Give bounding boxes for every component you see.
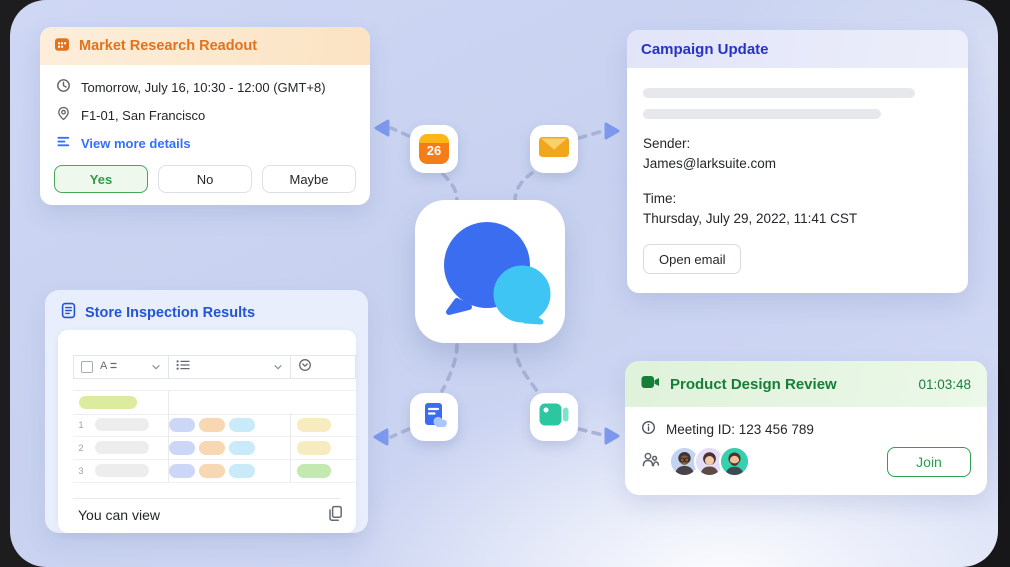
cell-placeholder bbox=[95, 418, 149, 431]
view-more-details-text: View more details bbox=[81, 135, 191, 151]
rsvp-no-button[interactable]: No bbox=[158, 165, 252, 193]
cell-placeholder bbox=[95, 441, 149, 454]
people-icon bbox=[641, 451, 660, 473]
column-divider bbox=[168, 390, 169, 482]
copy-icon[interactable] bbox=[327, 505, 343, 527]
meeting-card: Product Design Review 01:03:48 Meeting I… bbox=[625, 361, 987, 495]
view-more-details-link[interactable]: View more details bbox=[56, 134, 354, 152]
sheet-preview: A 1 2 3 You can view bbox=[58, 330, 356, 533]
rsvp-button-group: Yes No Maybe bbox=[54, 165, 356, 193]
table-row: 1 bbox=[73, 413, 356, 437]
status-pill bbox=[297, 417, 331, 432]
calendar-card-title: Market Research Readout bbox=[79, 38, 258, 54]
row-number: 1 bbox=[78, 419, 84, 430]
video-camera-icon bbox=[641, 375, 660, 394]
event-location-row: F1-01, San Francisco bbox=[56, 106, 354, 124]
checkbox[interactable] bbox=[81, 361, 93, 373]
info-icon bbox=[641, 420, 656, 438]
agenda-icon bbox=[56, 134, 71, 152]
calendar-card-header: Market Research Readout bbox=[40, 27, 370, 65]
calendar-app-tile: 26 bbox=[410, 125, 458, 173]
group-label-pill bbox=[79, 396, 137, 409]
doc-icon bbox=[60, 302, 77, 323]
sheet-card: Store Inspection Results A 1 2 3 You can… bbox=[45, 290, 368, 533]
chevron-down-icon[interactable] bbox=[151, 358, 161, 376]
calendar-grid-icon bbox=[54, 36, 70, 56]
chat-bubbles-icon bbox=[429, 213, 551, 330]
calendar-26-icon: 26 bbox=[419, 134, 449, 164]
table-header-col1[interactable]: A bbox=[74, 356, 169, 378]
row-number: 3 bbox=[78, 465, 84, 476]
tag-pills bbox=[169, 463, 255, 478]
meeting-card-title: Product Design Review bbox=[670, 375, 837, 393]
table-row: 3 bbox=[73, 459, 356, 483]
video-app-tile bbox=[530, 393, 578, 441]
table-header-col3[interactable] bbox=[291, 356, 355, 378]
time-field-icon bbox=[298, 358, 312, 377]
mail-icon bbox=[538, 135, 570, 164]
sheet-footer-text: You can view bbox=[78, 507, 160, 523]
email-card-header: Campaign Update bbox=[627, 30, 968, 68]
skeleton-line-1 bbox=[643, 88, 915, 98]
sheet-card-header: Store Inspection Results bbox=[60, 302, 368, 323]
location-pin-icon bbox=[56, 106, 71, 124]
mail-app-tile bbox=[530, 125, 578, 173]
email-card: Campaign Update Sender: James@larksuite.… bbox=[627, 30, 968, 293]
email-sender-field: Sender: James@larksuite.com bbox=[643, 134, 952, 174]
time-value: Thursday, July 29, 2022, 11:41 CST bbox=[643, 211, 858, 226]
table-group-row bbox=[73, 390, 356, 415]
docs-cloud-icon bbox=[420, 401, 448, 434]
illustration-stage: Market Research Readout Tomorrow, July 1… bbox=[0, 0, 1010, 567]
text-field-icon: A bbox=[100, 358, 117, 376]
footer-divider bbox=[73, 498, 341, 499]
list-field-icon bbox=[176, 358, 190, 376]
email-card-title: Campaign Update bbox=[641, 40, 769, 58]
status-pill bbox=[297, 463, 331, 478]
time-label: Time: bbox=[643, 191, 677, 206]
video-camera-teal-icon bbox=[539, 403, 569, 431]
participants-row: Join bbox=[641, 446, 971, 477]
email-time-field: Time: Thursday, July 29, 2022, 11:41 CST bbox=[643, 189, 952, 229]
clock-icon bbox=[56, 78, 71, 96]
table-header-row: A bbox=[73, 355, 356, 379]
sheet-card-title: Store Inspection Results bbox=[85, 304, 256, 321]
row-number: 2 bbox=[78, 442, 84, 453]
chevron-down-icon[interactable] bbox=[273, 358, 283, 376]
messenger-app-tile bbox=[415, 200, 565, 343]
event-time-text: Tomorrow, July 16, 10:30 - 12:00 (GMT+8) bbox=[81, 79, 326, 95]
avatar bbox=[719, 446, 750, 477]
sender-value: James@larksuite.com bbox=[643, 156, 776, 171]
rsvp-maybe-button[interactable]: Maybe bbox=[262, 165, 356, 193]
event-location-text: F1-01, San Francisco bbox=[81, 107, 206, 123]
meeting-card-header: Product Design Review 01:03:48 bbox=[625, 361, 987, 407]
svg-text:A: A bbox=[100, 360, 108, 371]
open-email-button[interactable]: Open email bbox=[643, 244, 742, 274]
calendar-event-card: Market Research Readout Tomorrow, July 1… bbox=[40, 27, 370, 205]
meeting-id-row: Meeting ID: 123 456 789 bbox=[641, 420, 971, 438]
table-header-col2[interactable] bbox=[169, 356, 291, 378]
tag-pills bbox=[169, 417, 255, 432]
docs-app-tile bbox=[410, 393, 458, 441]
status-pill bbox=[297, 440, 331, 455]
meeting-id-text: Meeting ID: 123 456 789 bbox=[666, 421, 814, 437]
sender-label: Sender: bbox=[643, 136, 691, 151]
meeting-timer: 01:03:48 bbox=[918, 376, 971, 392]
tag-pills bbox=[169, 440, 255, 455]
cell-placeholder bbox=[95, 464, 149, 477]
event-time-row: Tomorrow, July 16, 10:30 - 12:00 (GMT+8) bbox=[56, 78, 354, 96]
join-button[interactable]: Join bbox=[887, 446, 971, 477]
table-row: 2 bbox=[73, 436, 356, 460]
skeleton-line-2 bbox=[643, 109, 881, 119]
calendar-day-number: 26 bbox=[426, 143, 442, 158]
column-divider bbox=[290, 413, 291, 482]
rsvp-yes-button[interactable]: Yes bbox=[54, 165, 148, 193]
